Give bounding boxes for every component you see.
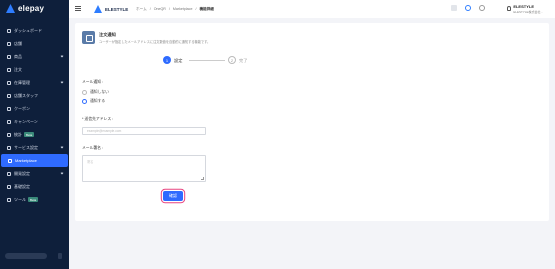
sidebar-item[interactable]: 基礎設定	[0, 180, 69, 193]
breadcrumb-separator: /	[168, 7, 170, 11]
step-1-label: 設定	[174, 58, 183, 63]
sidebar-item-icon	[7, 67, 11, 72]
sidebar-item[interactable]: 在庫管理	[0, 76, 69, 89]
sidebar-item-icon	[7, 145, 11, 150]
chevron-down-icon	[60, 145, 64, 149]
sidebar-item-label: 店舗	[14, 40, 22, 46]
card-title: 注文通知	[99, 32, 116, 37]
sidebar-item-icon	[8, 158, 12, 163]
sidebar-item-label: 在庫管理	[14, 79, 30, 85]
brand-name: ELESTYLE	[105, 6, 129, 12]
user-company: ELESTYLE株式会社...	[513, 9, 543, 14]
sidebar-item-icon	[7, 132, 11, 137]
radio-notify-on[interactable]: 通知する	[82, 99, 105, 104]
user-menu[interactable]: ELESTYLE ELESTYLE株式会社...	[507, 4, 543, 14]
address-label: * 送信先アドレス :	[82, 117, 114, 121]
step-2-indicator: 2	[228, 56, 236, 64]
sidebar-nav: ダッシュボード 店舗 商品 注文 在庫管理 店舗スタッフ クーポン キャンペーン 統計 Beta サ…	[0, 24, 69, 206]
beta-badge: Beta	[28, 197, 39, 202]
notification-feature-icon	[82, 31, 95, 44]
sidebar-item-label: Marketplace	[15, 158, 37, 163]
address-input[interactable]: example@example.com	[82, 127, 206, 135]
radio-off-label: 通知しない	[90, 90, 109, 94]
sidebar-item-icon	[7, 41, 11, 46]
card-description: ユーザーが指定したメールアドレスに注文数値を自動的に通知する機能です。	[99, 40, 211, 44]
logo-text: elepay	[18, 4, 45, 13]
sidebar-item-icon	[7, 106, 11, 111]
user-name: ELESTYLE	[513, 4, 534, 9]
sidebar-item-label: 商品	[14, 53, 22, 59]
chevron-down-icon	[60, 80, 64, 84]
breadcrumb-current: 機能詳細	[199, 7, 214, 11]
sidebar-item[interactable]: 開発設定	[0, 167, 69, 180]
sidebar-item-label: ツール	[14, 196, 26, 202]
sidebar-item-label: キャンペーン	[14, 118, 38, 124]
top-header: ELESTYLE ホーム / OneQR / Marketplace / 機能詳…	[69, 0, 555, 18]
sidebar-item-icon	[7, 28, 11, 33]
sidebar-item-label: 注文	[14, 66, 22, 72]
mail-notify-label: メール通知 :	[82, 80, 104, 84]
sidebar-item[interactable]: ツール Beta	[0, 193, 69, 206]
step-2-label: 完了	[239, 58, 248, 63]
step-1-indicator: 1	[163, 56, 171, 64]
sidebar-item-label: 開発設定	[14, 170, 30, 176]
sidebar-item-icon	[7, 93, 11, 98]
subject-label: メール署名 :	[82, 146, 104, 150]
sidebar-item[interactable]: 店舗	[0, 37, 69, 50]
sidebar-footer-account[interactable]	[5, 253, 47, 259]
notification-icon[interactable]	[451, 5, 457, 11]
user-icon	[507, 6, 512, 11]
header-icons	[451, 5, 485, 11]
radio-on-label: 通知する	[90, 99, 106, 103]
sidebar-item[interactable]: サービス設定	[0, 141, 69, 154]
sidebar-item[interactable]: Marketplace	[1, 154, 68, 167]
subject-placeholder: 署名	[87, 160, 94, 164]
sidebar-item[interactable]: クーポン	[0, 102, 69, 115]
subject-textarea[interactable]: 署名	[82, 155, 206, 182]
sidebar-item-label: 基礎設定	[14, 183, 30, 189]
sidebar-item[interactable]: キャンペーン	[0, 115, 69, 128]
breadcrumb-separator: /	[195, 7, 197, 11]
sidebar-item[interactable]: 注文	[0, 63, 69, 76]
breadcrumb-separator: /	[149, 7, 151, 11]
step-connector	[189, 60, 225, 61]
elepay-logo-icon	[6, 4, 15, 13]
radio-off-circle[interactable]	[82, 90, 87, 95]
sidebar-item-icon	[7, 80, 11, 85]
sidebar-item-label: 店舗スタッフ	[14, 92, 38, 98]
radio-on-circle[interactable]	[82, 99, 87, 104]
help-icon[interactable]	[465, 5, 471, 11]
download-icon[interactable]	[479, 5, 485, 11]
breadcrumb-marketplace[interactable]: Marketplace	[173, 7, 193, 12]
brand-icon	[94, 5, 102, 13]
sidebar-item-label: クーポン	[14, 105, 30, 111]
sidebar-item-label: サービス設定	[14, 144, 38, 150]
breadcrumb-oneqr[interactable]: OneQR	[154, 7, 166, 12]
sidebar-item-icon	[7, 171, 11, 176]
breadcrumb: ホーム / OneQR / Marketplace / 機能詳細	[136, 7, 214, 12]
breadcrumb-home[interactable]: ホーム	[136, 7, 147, 12]
sidebar-footer-toggle[interactable]	[58, 253, 62, 259]
sidebar-item-label: ダッシュボード	[14, 27, 42, 33]
confirm-button[interactable]: 確認	[163, 191, 183, 201]
radio-notify-off[interactable]: 通知しない	[82, 90, 109, 95]
beta-badge: Beta	[24, 132, 35, 137]
resize-handle-icon[interactable]	[201, 177, 204, 180]
main-card: 注文通知 ユーザーが指定したメールアドレスに注文数値を自動的に通知する機能です。…	[75, 23, 549, 221]
chevron-down-icon	[60, 171, 64, 175]
sidebar-item[interactable]: 店舗スタッフ	[0, 89, 69, 102]
sidebar-item-icon	[7, 119, 11, 124]
sidebar-item-icon	[7, 184, 11, 189]
sidebar-item[interactable]: ダッシュボード	[0, 24, 69, 37]
sidebar-item[interactable]: 統計 Beta	[0, 128, 69, 141]
sidebar-item-label: 統計	[14, 131, 22, 137]
sidebar-item-icon	[7, 54, 11, 59]
sidebar-item-icon	[7, 197, 11, 202]
logo[interactable]: elepay	[6, 4, 44, 13]
chevron-down-icon	[60, 54, 64, 58]
sidebar-item[interactable]: 商品	[0, 50, 69, 63]
menu-icon[interactable]	[75, 6, 81, 11]
sidebar: elepay ダッシュボード 店舗商品注文在庫管理店舗スタッフ クーポンキャンペーン…	[0, 0, 69, 269]
